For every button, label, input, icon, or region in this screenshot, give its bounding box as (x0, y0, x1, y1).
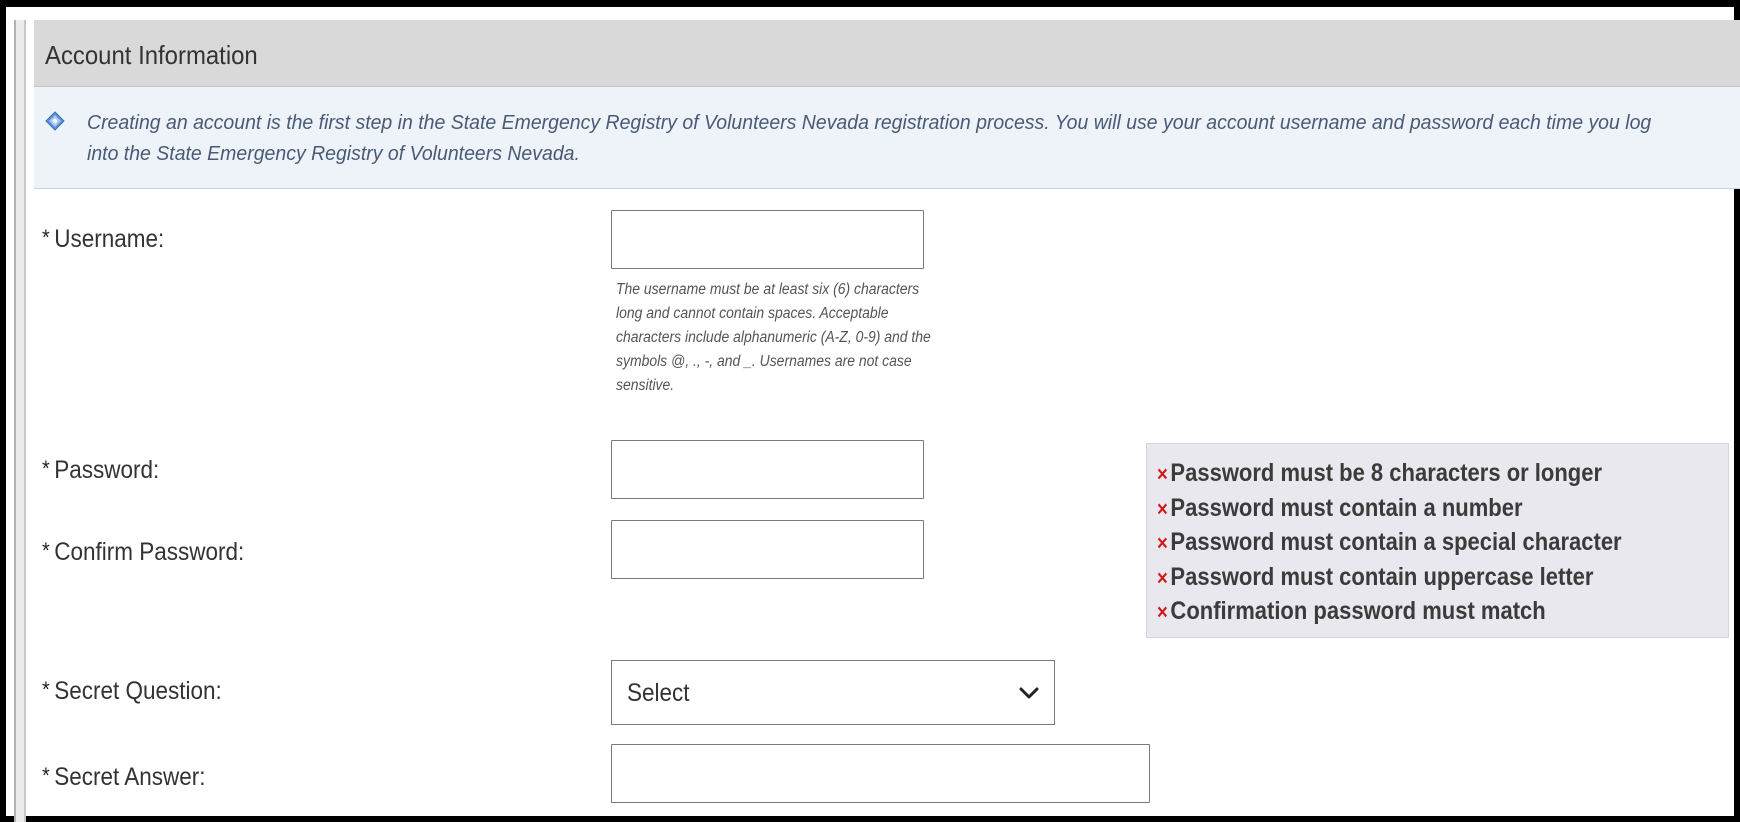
password-rule-item: × Password must be 8 characters or longer (1157, 459, 1602, 488)
username-hint: The username must be at least six (6) ch… (616, 281, 931, 394)
password-label: * Password: (42, 456, 159, 485)
info-diamond-icon (45, 111, 65, 131)
password-rule-item: × Password must contain a special charact… (1157, 528, 1622, 557)
username-input[interactable] (611, 210, 924, 269)
required-marker: * (42, 225, 50, 250)
secret-answer-label-text: Secret Answer: (54, 763, 206, 791)
password-rule-item: × Confirmation password must match (1157, 597, 1546, 626)
info-banner: Creating an account is the first step in… (34, 87, 1740, 189)
password-rule-text: Password must contain a number (1170, 494, 1523, 522)
x-mark-icon: × (1157, 532, 1168, 555)
chevron-down-icon[interactable] (1018, 682, 1040, 704)
required-marker: * (42, 763, 50, 788)
section-header: Account Information (34, 20, 1740, 87)
secret-question-select[interactable]: Select (611, 660, 1055, 725)
x-mark-icon: × (1157, 463, 1168, 486)
password-rule-text: Password must contain uppercase letter (1170, 563, 1594, 591)
x-mark-icon: × (1157, 601, 1168, 624)
password-requirements-panel: × Password must be 8 characters or longer… (1146, 443, 1729, 638)
secret-question-label-text: Secret Question: (54, 677, 222, 705)
password-rule-item: × Password must contain uppercase letter (1157, 563, 1593, 592)
x-mark-icon: × (1157, 567, 1168, 590)
confirm-password-label-text: Confirm Password: (54, 538, 245, 566)
confirm-password-input[interactable] (611, 520, 924, 579)
confirm-password-label: * Confirm Password: (42, 538, 244, 567)
info-text: Creating an account is the first step in… (87, 111, 1652, 165)
x-mark-icon: × (1157, 498, 1168, 521)
secret-question-label: * Secret Question: (42, 677, 222, 706)
password-rule-text: Password must be 8 characters or longer (1170, 459, 1603, 487)
left-border-rule (14, 20, 26, 822)
password-input[interactable] (611, 440, 924, 499)
secret-answer-label: * Secret Answer: (42, 763, 206, 792)
secret-answer-input[interactable] (611, 744, 1150, 803)
required-marker: * (42, 538, 50, 563)
section-title: Account Information (45, 40, 258, 70)
username-label-text: Username: (54, 225, 165, 253)
password-rule-text: Confirmation password must match (1170, 597, 1546, 625)
window-frame: Account Information Creating an account … (0, 0, 1740, 822)
password-rule-text: Password must contain a special characte… (1170, 528, 1622, 556)
password-rule-item: × Password must contain a number (1157, 494, 1523, 523)
required-marker: * (42, 677, 50, 702)
secret-question-selected: Select (627, 679, 690, 707)
username-label: * Username: (42, 225, 164, 254)
password-label-text: Password: (54, 456, 160, 484)
required-marker: * (42, 456, 50, 481)
